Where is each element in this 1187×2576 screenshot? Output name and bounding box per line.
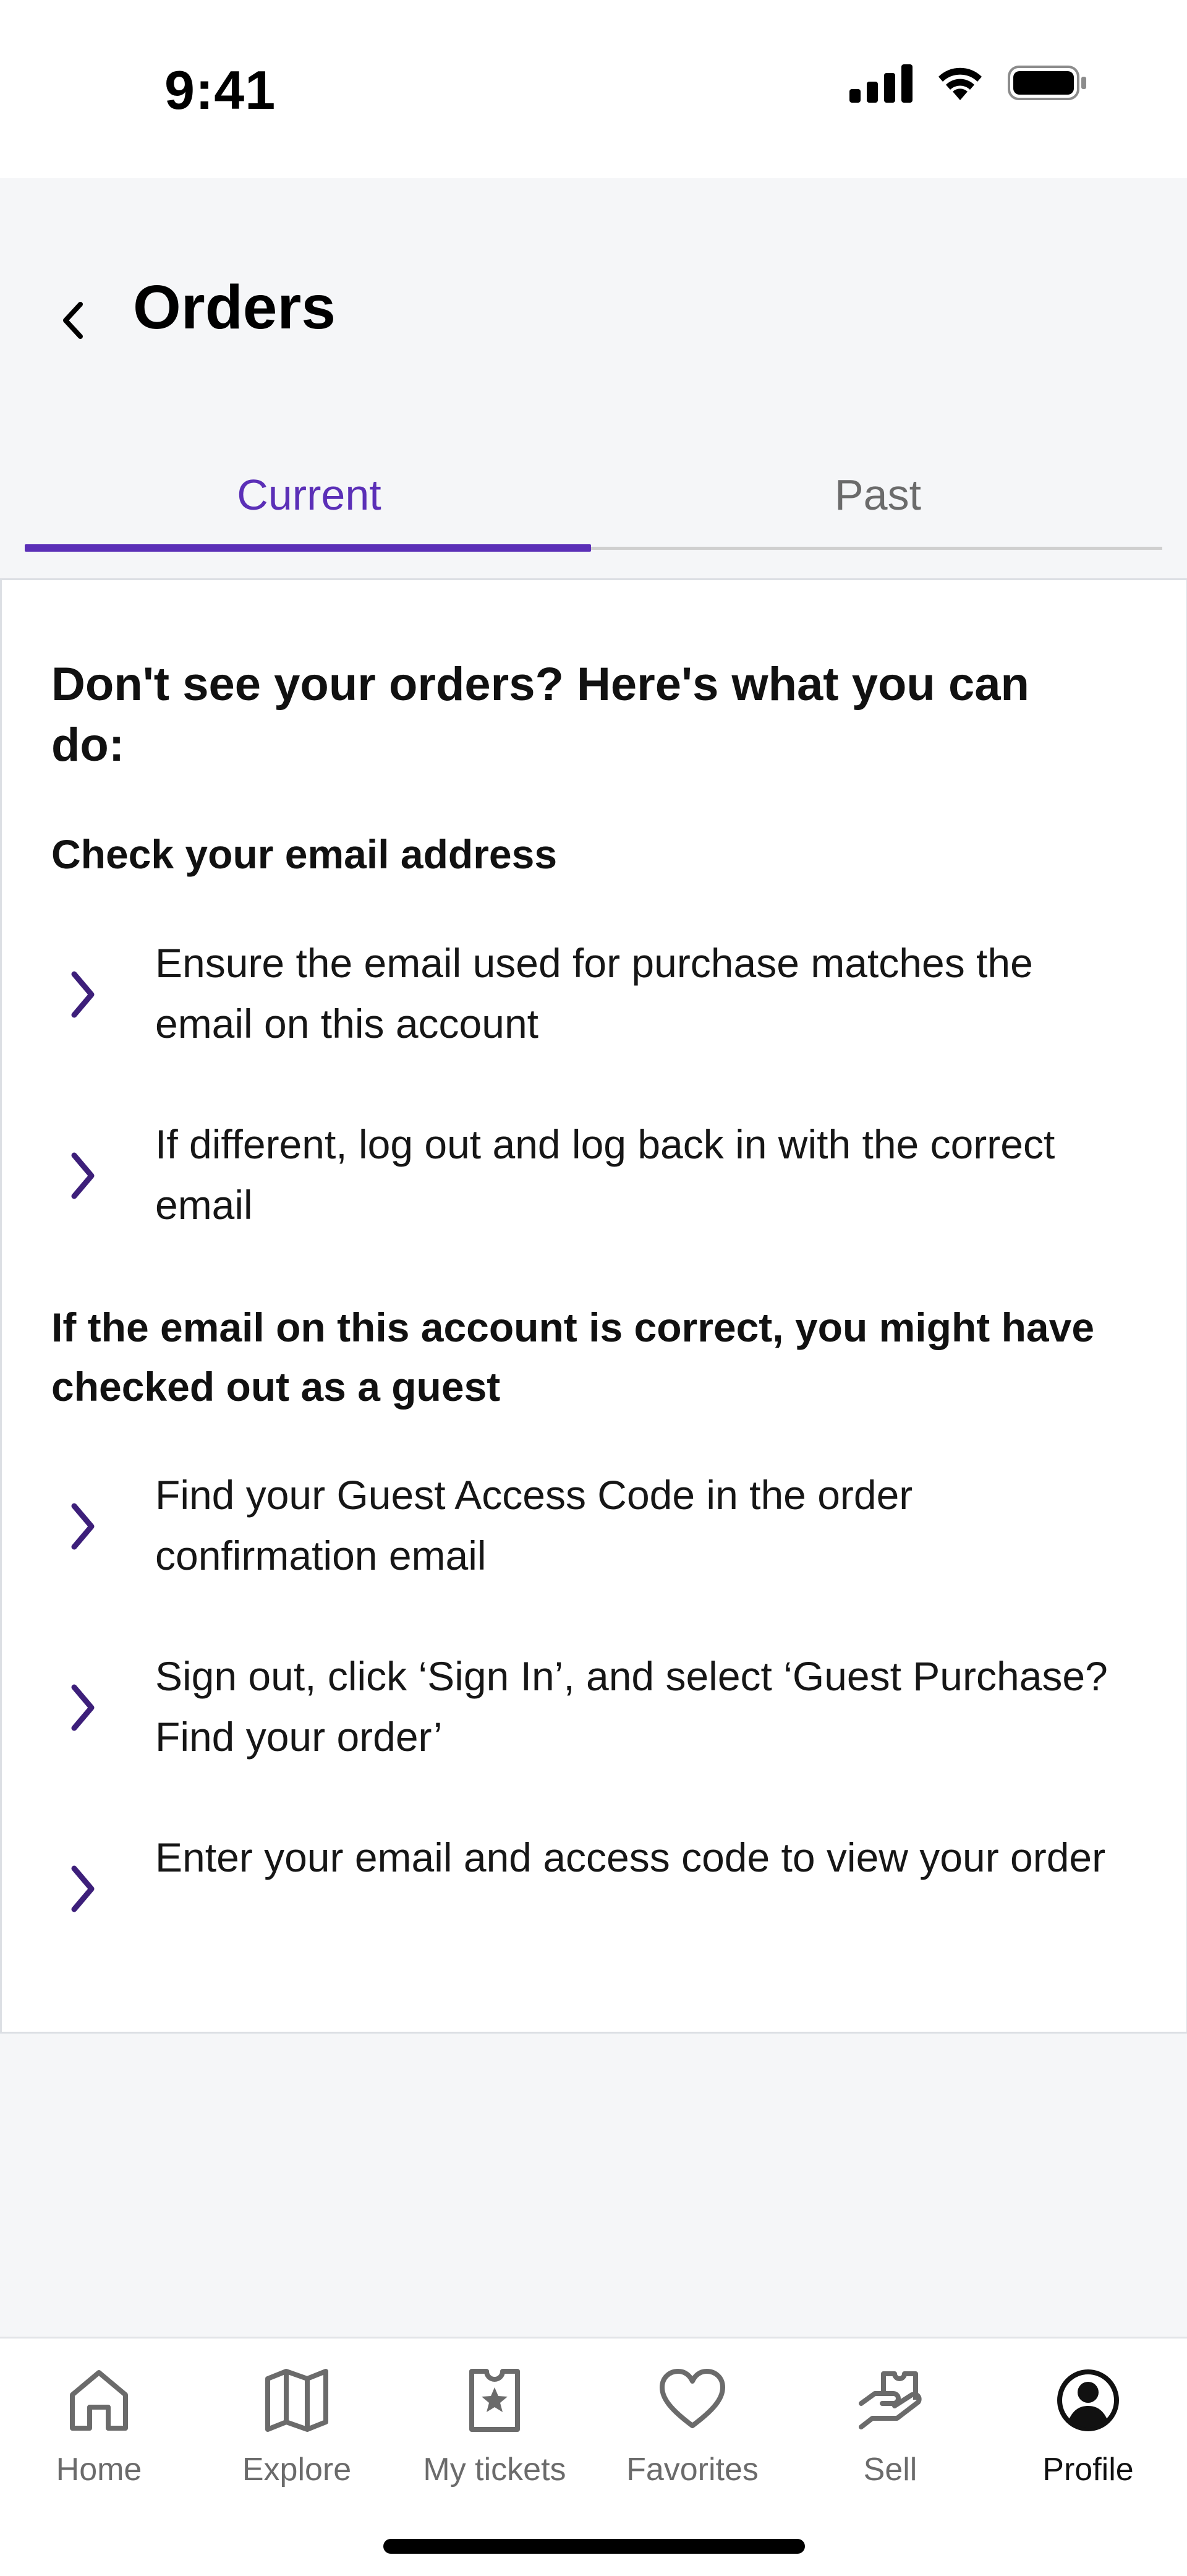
list-item-text: Find your Guest Access Code in the order… <box>155 1472 913 1578</box>
sell-icon <box>853 2363 927 2437</box>
nav-label-profile: Profile <box>1042 2452 1134 2488</box>
chevron-right-icon <box>71 971 95 1018</box>
header: Orders <box>0 178 1187 413</box>
active-tab-indicator <box>25 544 591 552</box>
tab-past[interactable]: Past <box>594 445 1162 544</box>
list-item-text: If different, log out and log back in wi… <box>155 1121 1055 1228</box>
heart-icon <box>655 2363 730 2437</box>
chevron-right-icon <box>71 1152 95 1199</box>
page-title: Orders <box>133 273 336 342</box>
nav-item-home[interactable]: Home <box>0 2339 198 2512</box>
list-item-text: Enter your email and access code to view… <box>155 1834 1106 1880</box>
list-item: Sign out, click ‘Sign In’, and select ‘G… <box>51 1646 1139 1769</box>
nav-label-explore: Explore <box>242 2452 352 2488</box>
nav-label-favorites: Favorites <box>626 2452 759 2488</box>
list-item-text: Sign out, click ‘Sign In’, and select ‘G… <box>155 1653 1108 1760</box>
tab-current[interactable]: Current <box>25 445 594 544</box>
home-indicator <box>383 2539 805 2554</box>
nav-item-favorites[interactable]: Favorites <box>594 2339 791 2512</box>
nav-label-sell: Sell <box>863 2452 917 2488</box>
list-item: If different, log out and log back in wi… <box>51 1114 1139 1238</box>
list-item: Enter your email and access code to view… <box>51 1827 1139 1951</box>
home-icon <box>62 2363 136 2437</box>
status-icons <box>849 63 1088 103</box>
ticket-icon <box>457 2363 532 2437</box>
chevron-right-icon <box>71 1503 95 1550</box>
nav-label-home: Home <box>56 2452 142 2488</box>
list-item: Find your Guest Access Code in the order… <box>51 1465 1139 1588</box>
section-title-check-email: Check your email address <box>51 831 558 877</box>
section-title-guest-checkout: If the email on this account is correct,… <box>51 1304 1095 1410</box>
nav-item-explore[interactable]: Explore <box>198 2339 396 2512</box>
signal-icon <box>849 63 913 103</box>
profile-icon <box>1051 2363 1125 2437</box>
nav-label-my-tickets: My tickets <box>423 2452 566 2488</box>
chevron-right-icon <box>71 1684 95 1731</box>
wifi-icon <box>934 63 987 103</box>
chevron-left-icon <box>63 302 83 339</box>
card-heading: Don't see your orders? Here's what you c… <box>51 658 1029 771</box>
nav-item-sell[interactable]: Sell <box>791 2339 989 2512</box>
status-bar: 9:41 <box>0 0 1187 178</box>
list-item-text: Ensure the email used for purchase match… <box>155 940 1033 1046</box>
nav-item-profile[interactable]: Profile <box>989 2339 1187 2512</box>
nav-item-my-tickets[interactable]: My tickets <box>396 2339 594 2512</box>
map-icon <box>260 2363 334 2437</box>
status-time: 9:41 <box>164 59 276 121</box>
order-tabs: Current Past <box>25 445 1162 554</box>
chevron-right-icon <box>71 1865 95 1912</box>
back-button[interactable] <box>48 289 98 351</box>
list-item: Ensure the email used for purchase match… <box>51 933 1139 1056</box>
help-card: Don't see your orders? Here's what you c… <box>0 578 1187 2034</box>
bottom-nav: Home Explore My tickets Favorites Sell P… <box>0 2337 1187 2576</box>
battery-icon <box>1008 64 1088 101</box>
